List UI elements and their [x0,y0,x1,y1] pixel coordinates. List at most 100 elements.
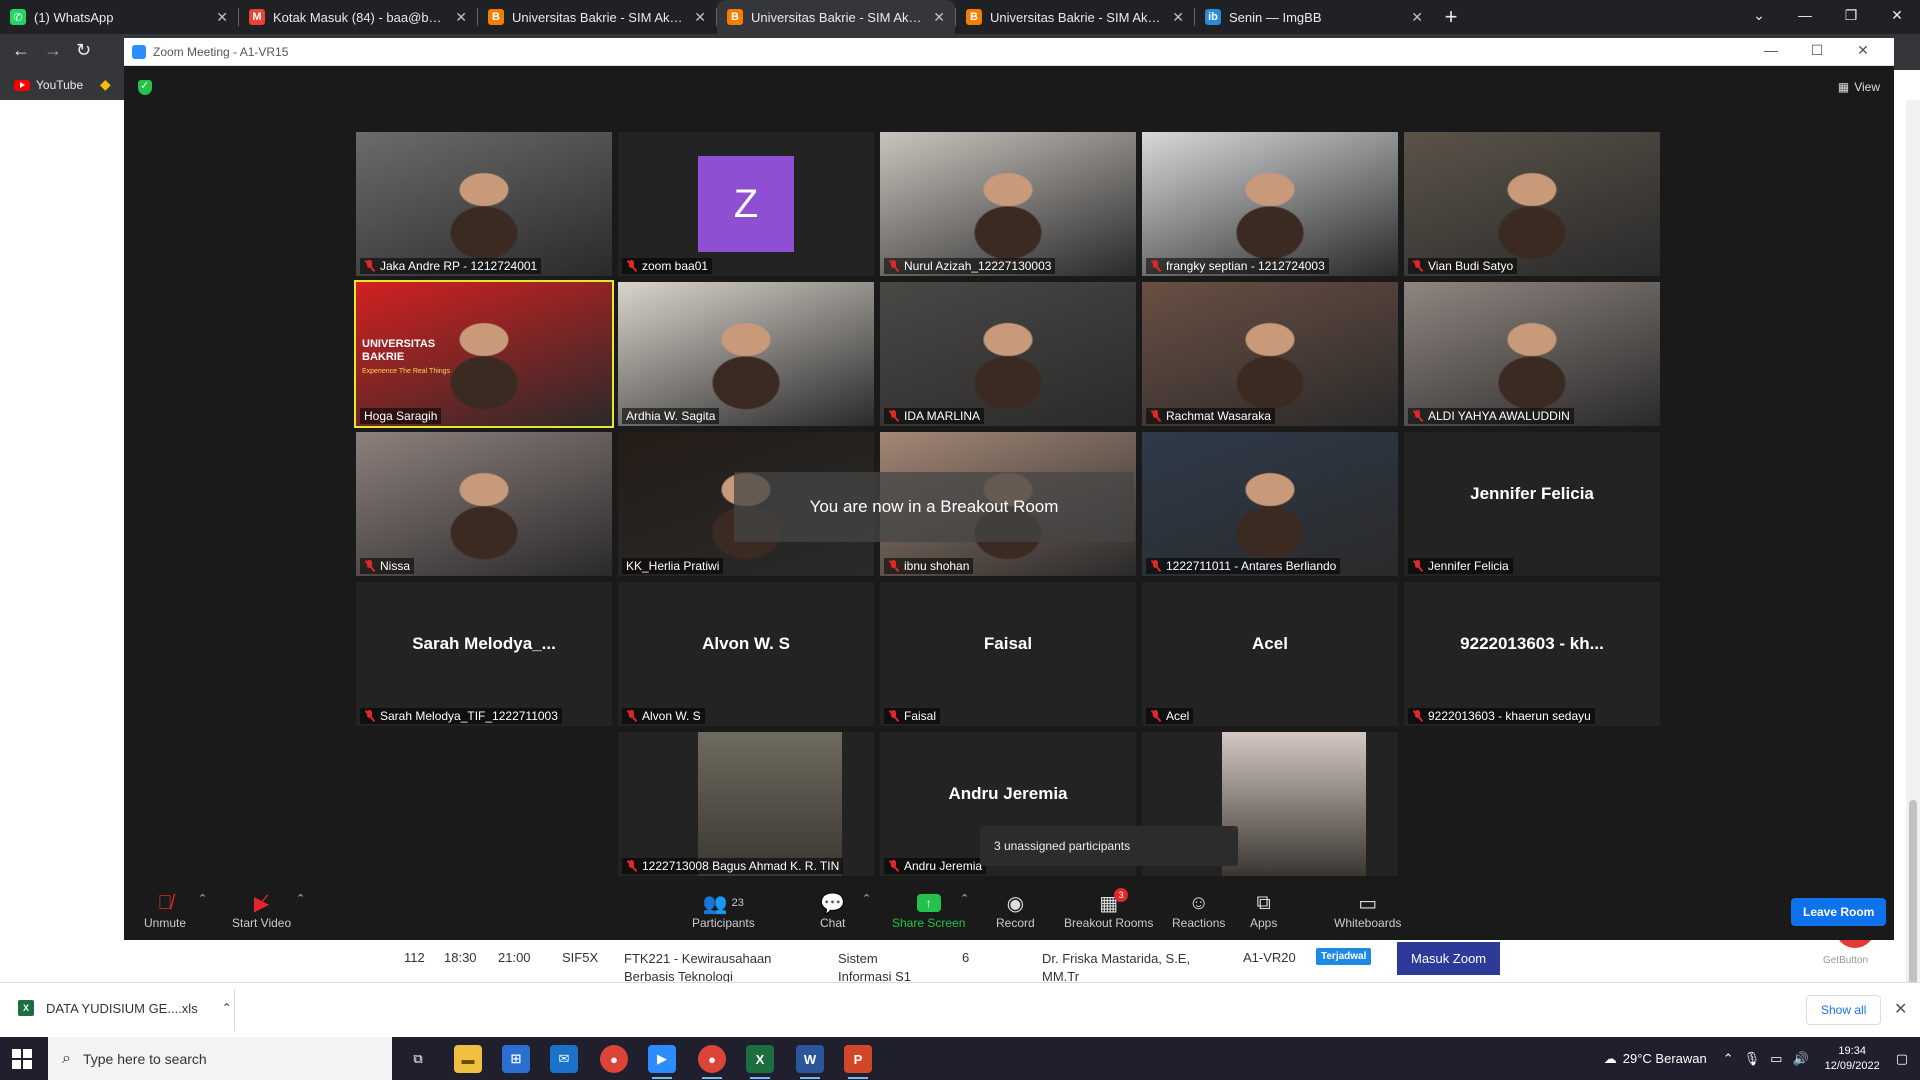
browser-tab[interactable]: M Kotak Masuk (84) - baa@bakrie.ac.id ✕ [239,0,477,34]
zoom-maximize-icon[interactable]: ☐ [1794,42,1840,59]
tab-search-icon[interactable]: ⌄ [1736,0,1782,30]
audio-options-caret-icon[interactable]: ⌃ [198,892,207,905]
browser-tab[interactable]: ✆ (1) WhatsApp ✕ [0,0,238,34]
zoom-close-icon[interactable]: ✕ [1840,42,1886,59]
close-icon[interactable]: ✕ [1874,0,1920,30]
system-clock[interactable]: 19:34 12/09/2022 [1825,1044,1880,1074]
participant-tile[interactable]: Acel Acel [1142,582,1398,726]
tab-close-icon[interactable]: ✕ [216,9,228,26]
new-tab-icon[interactable]: + [1433,4,1469,30]
word-taskbar-icon[interactable]: W [796,1045,824,1079]
volume-icon[interactable]: 🔊 [1792,1051,1808,1067]
participant-tile[interactable]: Rachmat Wasaraka [1142,282,1398,426]
chevron-up-icon[interactable]: ⌃ [222,1001,232,1015]
tab-close-icon[interactable]: ✕ [1411,9,1423,26]
participant-tile[interactable]: frangky septian - 1212724003 [1142,132,1398,276]
powerpoint-taskbar-icon[interactable]: P [844,1045,872,1079]
muted-mic-icon [888,410,900,422]
notification-icon[interactable]: ▢ [1896,1051,1908,1067]
university-tagline: Experience The Real Things [362,368,451,375]
tab-close-icon[interactable]: ✕ [1172,9,1184,26]
participant-name: 1222713008 Bagus Ahmad K. R. TIN [642,859,840,873]
microphone-icon[interactable]: 🎙 [1744,1051,1761,1067]
maps-icon[interactable]: ◆ [100,76,111,93]
muted-mic-icon [1412,710,1424,722]
back-arrow-icon[interactable]: ← [12,40,30,61]
mail-icon[interactable]: ✉ [550,1045,578,1073]
browser-tab[interactable]: B Universitas Bakrie - SIM Akademik ✕ [956,0,1194,34]
participant-tile[interactable]: Zzoom baa01 [618,132,874,276]
tray-chevron-icon[interactable]: ⌃ [1723,1051,1734,1067]
share-screen-button[interactable]: ↑ Share Screen [892,890,965,930]
participant-tile[interactable]: IDA MARLINA [880,282,1136,426]
restore-icon[interactable]: ❐ [1828,0,1874,30]
zoom-taskbar-icon[interactable]: ▶ [648,1045,676,1079]
view-button[interactable]: ▦ View [1838,80,1880,94]
network-icon[interactable]: ▭ [1770,1051,1782,1067]
participant-tile[interactable]: Nissa [356,432,612,576]
participant-tile[interactable]: ALDI YAHYA AWALUDDIN [1404,282,1660,426]
weather-text[interactable]: 29°C Berawan [1623,1051,1707,1066]
record-button[interactable]: ◉ Record [996,890,1035,931]
download-item[interactable]: X DATA YUDISIUM GE....xls ⌃ [18,1000,232,1016]
chat-button[interactable]: 💬 Chat [820,890,845,931]
video-options-caret-icon[interactable]: ⌃ [296,892,305,905]
participant-tile[interactable]: 1222713008 Bagus Ahmad K. R. TIN [618,732,874,876]
minimize-icon[interactable]: — [1782,0,1828,30]
whatsapp-icon: ✆ [10,9,26,25]
scrollbar-thumb[interactable] [1909,800,1917,1000]
join-zoom-button[interactable]: Masuk Zoom [1397,942,1501,975]
participant-tile[interactable]: Nurul Azizah_12227130003 [880,132,1136,276]
tab-close-icon[interactable]: ✕ [455,9,467,26]
chrome-icon[interactable]: ● [600,1045,628,1073]
show-all-button[interactable]: Show all [1806,995,1882,1025]
participant-name-label: 9222013603 - khaerun sedayu [1408,708,1595,724]
breakout-rooms-icon: ▦ 3 [1099,888,1129,916]
participant-tile[interactable]: Faisal Faisal [880,582,1136,726]
bookmark-youtube[interactable]: YouTube [14,78,83,92]
file-explorer-icon[interactable]: ▬ [454,1045,482,1073]
browser-tab[interactable]: B Universitas Bakrie - SIM Akademik ✕ [478,0,716,34]
chat-options-caret-icon[interactable]: ⌃ [862,892,871,905]
room-code: A1-VR20 [1243,950,1296,965]
unmute-button[interactable]: 🎙̸ Unmute [144,890,186,931]
browser-tab[interactable]: B Universitas Bakrie - SIM Akademik ✕ [717,0,955,34]
forward-arrow-icon[interactable]: → [44,40,62,61]
participants-button[interactable]: 👥 23 Participants [692,890,755,931]
reload-icon[interactable]: ↻ [76,40,91,61]
participant-tile[interactable]: 9222013603 - kh... 9222013603 - khaerun s… [1404,582,1660,726]
page-scrollbar[interactable] [1906,100,1920,1000]
participant-tile[interactable]: Jaka Andre RP - 1212724001 [356,132,612,276]
start-video-button[interactable]: ▶̸ Start Video [232,890,291,931]
share-options-caret-icon[interactable]: ⌃ [960,892,969,905]
excel-taskbar-icon[interactable]: X [746,1045,774,1079]
participant-name-label: Ardhia W. Sagita [622,408,720,424]
windows-start-icon[interactable] [12,1049,32,1069]
participant-tile[interactable]: UNIVERSITAS BAKRIE Experience The Real Th… [354,280,614,428]
chrome-active-icon[interactable]: ● [698,1045,726,1079]
participant-name: Hoga Saragih [364,409,438,423]
participant-tile[interactable]: Sarah Melodya_... Sarah Melodya_TIF_12227… [356,582,612,726]
reactions-button[interactable]: ☺ Reactions [1172,890,1225,931]
participant-tile[interactable]: Vian Budi Satyo [1404,132,1660,276]
participant-tile[interactable]: Alvon W. S Alvon W. S [618,582,874,726]
participant-tile[interactable]: Ardhia W. Sagita [618,282,874,426]
download-bar-close-icon[interactable]: ✕ [1894,999,1907,1019]
encryption-shield-icon[interactable] [138,79,152,95]
taskbar-search-box[interactable]: ⌕ Type here to search [48,1037,392,1080]
task-view-icon[interactable]: ⧉ [404,1045,432,1073]
tab-close-icon[interactable]: ✕ [933,9,945,26]
breakout-rooms-button[interactable]: ▦ 3 Breakout Rooms [1064,888,1153,930]
participant-display-name: Jennifer Felicia [1470,484,1594,503]
browser-tab[interactable]: ib Senin — ImgBB ✕ [1195,0,1433,34]
weather-cloud-icon[interactable]: ☁ [1604,1051,1617,1067]
tab-close-icon[interactable]: ✕ [694,9,706,26]
participant-tile[interactable]: 1222711011 - Antares Berliando [1142,432,1398,576]
apps-button[interactable]: ⧉ Apps [1250,890,1277,931]
zoom-minimize-icon[interactable]: — [1748,42,1794,59]
leave-room-button[interactable]: Leave Room [1791,898,1887,926]
participant-name: Faisal [904,709,937,723]
whiteboards-button[interactable]: ▭ Whiteboards [1334,890,1401,931]
participant-tile[interactable]: Jennifer Felicia Jennifer Felicia [1404,432,1660,576]
microsoft-store-icon[interactable]: ⊞ [502,1045,530,1073]
